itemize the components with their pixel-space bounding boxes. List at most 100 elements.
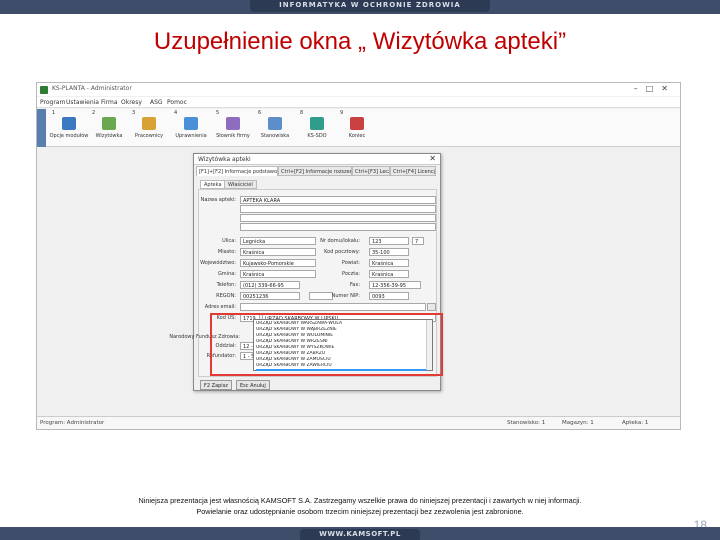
card-icon xyxy=(102,117,116,130)
close-icon[interactable]: ✕ xyxy=(429,154,436,163)
toolbar-label: KS-SDO xyxy=(307,133,327,139)
regon-field[interactable]: 00251236 xyxy=(240,292,300,300)
workstation-icon xyxy=(268,117,282,130)
toolbar-number: 5 xyxy=(216,110,220,116)
powiat-field[interactable]: Kraśnica xyxy=(369,259,409,267)
close-icon[interactable]: ✕ xyxy=(661,84,676,93)
fax-label: Fax: xyxy=(349,282,360,288)
toolbar-button-opcje-modulow[interactable]: 1 Opcje modułów xyxy=(49,109,89,147)
sdo-icon xyxy=(310,117,324,130)
miasto-label: Miasto: xyxy=(217,249,236,255)
tab-licencja[interactable]: Ctrl+[F4] Licencja xyxy=(390,166,436,176)
adres-email-label: Adres email: xyxy=(204,304,236,310)
users-icon xyxy=(142,117,156,130)
header-banner: INFORMATYKA W OCHRONIE ZDROWIA xyxy=(0,0,720,14)
miasto-field[interactable]: Kraśnica xyxy=(240,248,316,256)
app-icon xyxy=(40,86,48,94)
telefon-field[interactable]: (012) 339-66-95 xyxy=(240,281,300,289)
footer-line-1: Niniejsza prezentacja jest własnością KA… xyxy=(138,496,582,505)
ulica-field[interactable]: Legnicka xyxy=(240,237,316,245)
minimize-icon[interactable]: – xyxy=(634,84,646,93)
nip-field[interactable]: 0093 xyxy=(369,292,409,300)
toolbar-button-ks-sdo[interactable]: 8 KS-SDO xyxy=(297,109,337,147)
wojewodztwo-field[interactable]: Kujawsko-Pomorskie xyxy=(240,259,316,267)
side-tab[interactable] xyxy=(37,109,46,147)
menu-asg[interactable]: ASG xyxy=(150,99,163,106)
regon-label: REGON: xyxy=(216,293,236,299)
nazwa-apteki-field-3[interactable] xyxy=(240,214,436,222)
dialog-titlebar: Wizytówka apteki ✕ xyxy=(194,154,440,165)
tab-apteka[interactable]: Apteka xyxy=(200,180,226,189)
nazwa-apteki-field[interactable]: APTEKA KLARA xyxy=(240,196,436,204)
poczta-label: Poczta: xyxy=(342,271,360,277)
nip-label: Numer NIP: xyxy=(331,293,360,299)
kod-pocztowy-field[interactable]: 35-100 xyxy=(369,248,409,256)
modules-icon xyxy=(62,117,76,130)
telefon-label: Telefon: xyxy=(216,282,236,288)
nazwa-apteki-field-4[interactable] xyxy=(240,223,436,231)
toolbar-button-slownik[interactable]: 5 Słownik firmy xyxy=(213,109,253,147)
poczta-field[interactable]: Kraśnica xyxy=(369,270,409,278)
status-stanowisko: Stanowisko: 1 xyxy=(507,420,546,426)
header-text: INFORMATYKA W OCHRONIE ZDROWIA xyxy=(279,1,461,9)
fax-field[interactable]: 12-356-39-95 xyxy=(369,281,421,289)
cancel-button[interactable]: Esc Anuluj xyxy=(236,380,270,390)
toolbar-label: Pracownicy xyxy=(134,133,164,139)
toolbar-button-wizytowka[interactable]: 2 Wizytówka xyxy=(89,109,129,147)
nazwa-apteki-field-2[interactable] xyxy=(240,205,436,213)
tab-wlasciciel[interactable]: Właściciel xyxy=(224,180,257,189)
menu-ustawienia[interactable]: Ustawienia xyxy=(66,99,99,106)
menu-firma[interactable]: Firma xyxy=(101,99,118,106)
powiat-label: Powiat: xyxy=(341,260,360,266)
toolbar-number: 3 xyxy=(132,110,136,116)
save-button[interactable]: F2 Zapisz xyxy=(200,380,232,390)
highlight-box xyxy=(210,313,443,376)
regon-extra-field[interactable] xyxy=(309,292,333,300)
dialog-title: Wizytówka apteki xyxy=(198,156,251,163)
maximize-icon[interactable]: □ xyxy=(646,84,662,93)
toolbar-button-stanowiska[interactable]: 6 Stanowiska xyxy=(255,109,295,147)
header-tab: INFORMATYKA W OCHRONIE ZDROWIA xyxy=(250,0,490,12)
toolbar-label: Wizytówka xyxy=(95,133,123,139)
adres-email-field[interactable] xyxy=(240,303,426,311)
nazwa-label: Nazwa apteki: xyxy=(200,197,236,203)
tab-informacje-podstawowe[interactable]: [F1]+[F2] Informacje podstawowe xyxy=(196,166,278,176)
gmina-field[interactable]: Kraśnica xyxy=(240,270,316,278)
toolbar: 1 Opcje modułów 2 Wizytówka 3 Pracownicy… xyxy=(37,109,680,147)
nr-domu-field[interactable]: 123 xyxy=(369,237,409,245)
toolbar-button-pracownicy[interactable]: 3 Pracownicy xyxy=(129,109,169,147)
wojewodztwo-label: Województwo: xyxy=(200,260,236,266)
ulica-label: Ulica: xyxy=(222,238,236,244)
app-title: KS-PLANTA - Administrator xyxy=(52,85,132,92)
footer-line-2: Powielanie oraz udostępnianie osobom trz… xyxy=(196,507,524,516)
slide: INFORMATYKA W OCHRONIE ZDROWIA Uzupełnie… xyxy=(0,0,720,540)
exit-icon xyxy=(350,117,364,130)
footer-banner: WWW.KAMSOFT.PL xyxy=(0,527,720,540)
email-button[interactable] xyxy=(427,303,436,311)
toolbar-label: Uprawnienia xyxy=(175,133,207,139)
toolbar-label: Słownik firmy xyxy=(216,133,250,139)
nr-domu-label: Nr domu/lokalu: xyxy=(320,238,360,244)
nr-lokalu-field[interactable]: 7 xyxy=(412,237,424,245)
status-bar: Program: Administrator Stanowisko: 1 Mag… xyxy=(37,416,680,429)
menu-okresy[interactable]: Okresy xyxy=(121,99,142,106)
tab-lecz[interactable]: Ctrl+[F3] Lecz xyxy=(352,166,390,176)
toolbar-label: Koniec xyxy=(348,133,366,139)
toolbar-button-koniec[interactable]: 9 Koniec xyxy=(337,109,377,147)
footer-note: Niniejsza prezentacja jest własnością KA… xyxy=(60,495,660,517)
kod-pocztowy-label: Kod pocztowy: xyxy=(324,249,360,255)
slide-title: Uzupełnienie okna „ Wizytówka apteki” xyxy=(153,28,567,55)
footer-tab: WWW.KAMSOFT.PL xyxy=(300,529,420,540)
tab-informacje-rozszerzone[interactable]: Ctrl+[F2] Informacje rozszerzone xyxy=(278,166,352,176)
app-titlebar: KS-PLANTA - Administrator –□✕ xyxy=(37,83,680,96)
toolbar-number: 2 xyxy=(92,110,96,116)
permissions-icon xyxy=(184,117,198,130)
toolbar-button-uprawnienia[interactable]: 4 Uprawnienia xyxy=(171,109,211,147)
menu-program[interactable]: Program xyxy=(40,99,65,106)
toolbar-number: 4 xyxy=(174,110,178,116)
menu-bar: Program Ustawienia Firma Okresy ASG Pomo… xyxy=(37,97,680,108)
status-apteka: Apteka: 1 xyxy=(622,420,649,426)
menu-pomoc[interactable]: Pomoc xyxy=(167,99,187,106)
toolbar-label: Stanowiska xyxy=(260,133,290,139)
window-controls[interactable]: –□✕ xyxy=(634,84,676,93)
